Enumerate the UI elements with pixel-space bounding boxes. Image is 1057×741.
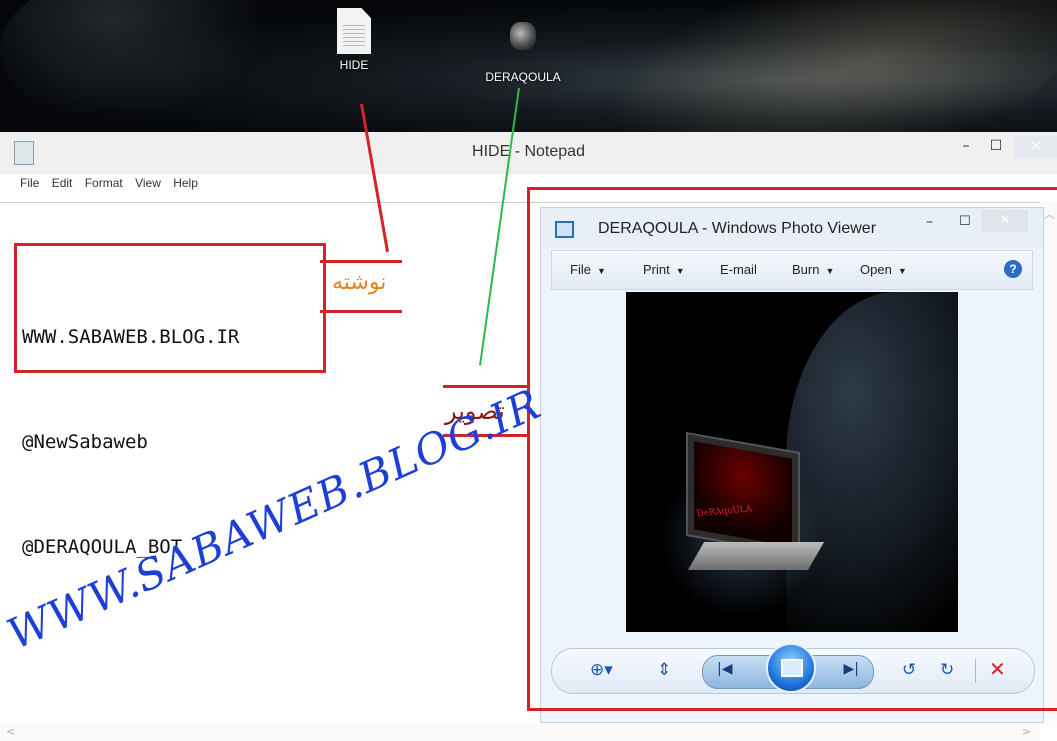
text-annotation-label: نوشته: [332, 270, 387, 295]
desktop-icon-hide[interactable]: HIDE: [328, 8, 380, 72]
desktop-icon-label: DERAQOULA: [485, 70, 561, 84]
menu-format[interactable]: Format: [85, 176, 123, 190]
desktop-background: HIDE DERAQOULA: [0, 0, 1057, 132]
text-line: @NewSabaweb: [22, 431, 148, 453]
notepad-titlebar[interactable]: HIDE - Notepad – ☐ ×: [0, 132, 1057, 174]
scroll-left-icon[interactable]: <: [6, 725, 15, 738]
close-button[interactable]: ×: [1015, 136, 1057, 158]
desktop-icon-label: HIDE: [339, 58, 369, 72]
maximize-button[interactable]: ☐: [985, 136, 1007, 158]
image-file-icon: [510, 22, 536, 50]
menu-bar: File Edit Format View Help: [0, 176, 198, 198]
menu-help[interactable]: Help: [173, 176, 198, 190]
desktop-wallpaper-highlight: [542, 0, 1057, 132]
desktop-wallpaper-shade: [0, 0, 280, 130]
text-highlight-box: [14, 243, 326, 373]
menu-edit[interactable]: Edit: [52, 176, 73, 190]
desktop-icon-deraqoula[interactable]: DERAQOULA: [478, 22, 568, 84]
text-file-icon: [337, 8, 371, 54]
annotation-rule: [320, 310, 402, 313]
image-highlight-box: [527, 187, 1057, 711]
menu-view[interactable]: View: [135, 176, 161, 190]
menu-file[interactable]: File: [20, 176, 39, 190]
minimize-button[interactable]: –: [955, 136, 977, 158]
scroll-right-icon[interactable]: >: [1022, 725, 1031, 738]
horizontal-scrollbar[interactable]: < >: [0, 724, 1040, 741]
annotation-rule: [320, 260, 402, 263]
window-title: HIDE - Notepad: [472, 143, 585, 160]
